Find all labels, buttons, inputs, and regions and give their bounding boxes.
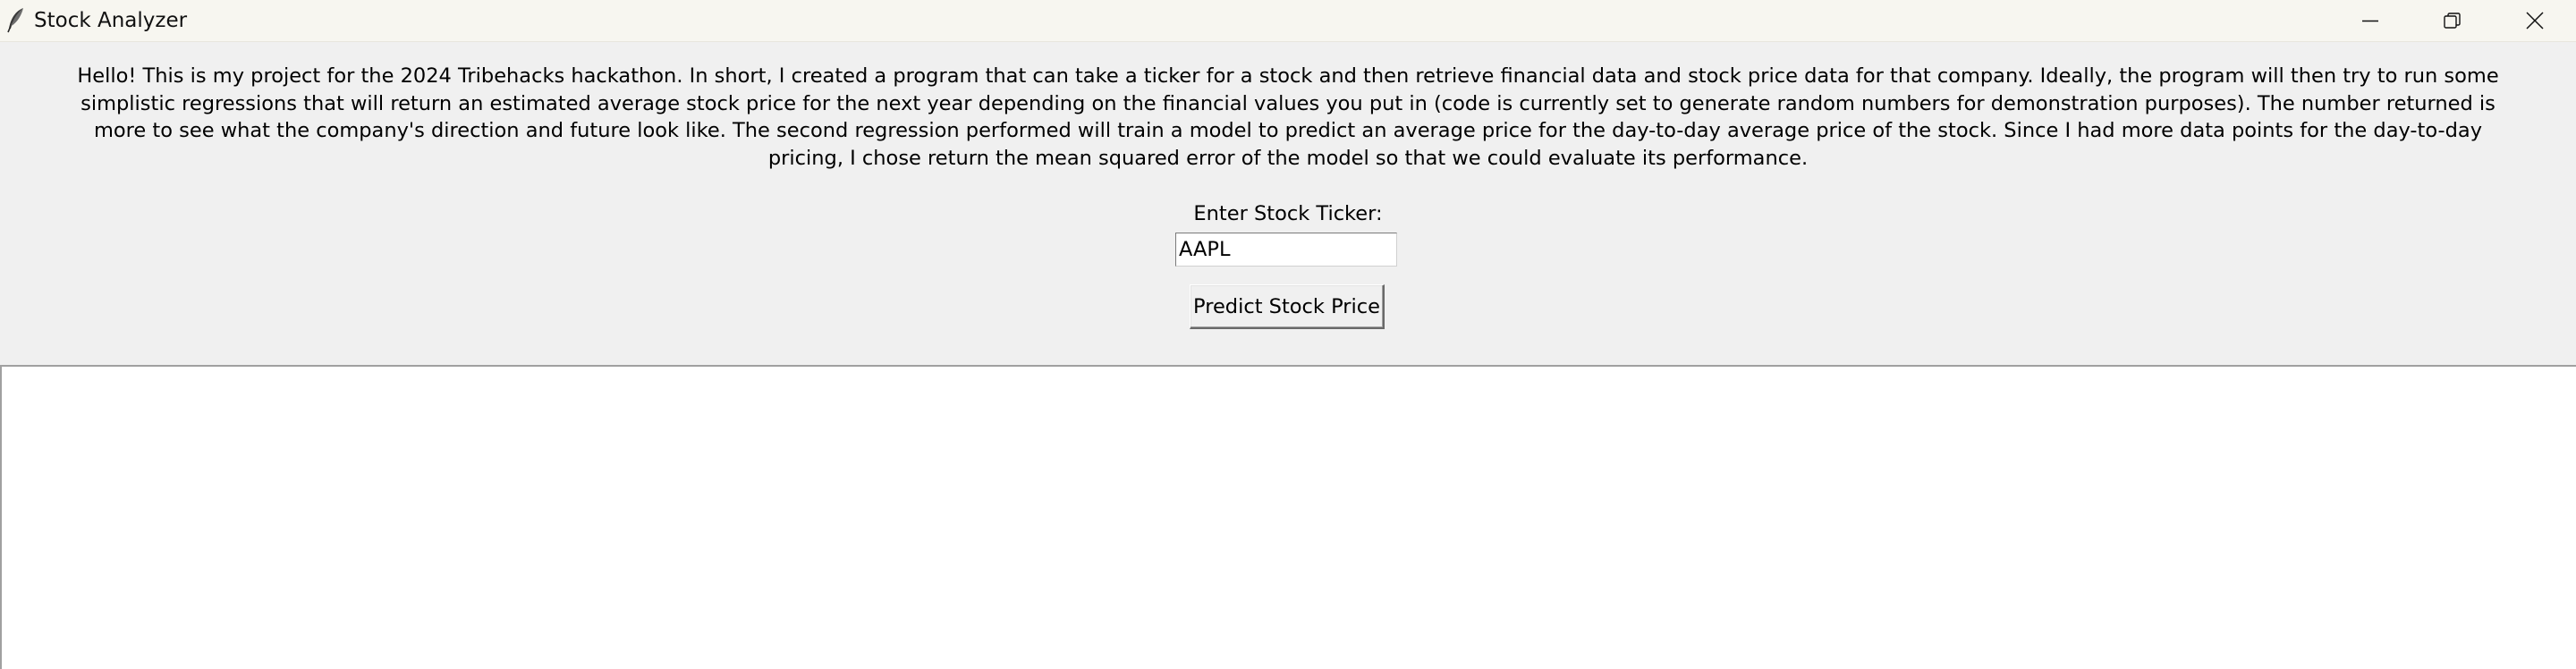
title-bar[interactable]: Stock Analyzer (0, 0, 2576, 42)
minimize-button[interactable] (2329, 0, 2411, 41)
close-icon (2525, 11, 2545, 30)
minimize-icon (2361, 12, 2379, 30)
project-description: Hello! This is my project for the 2024 T… (77, 64, 2499, 170)
restore-icon (2443, 11, 2462, 30)
close-button[interactable] (2494, 0, 2576, 41)
feather-icon (5, 6, 27, 33)
ticker-input[interactable] (1175, 233, 1397, 267)
window-title: Stock Analyzer (34, 9, 188, 32)
ticker-label: Enter Stock Ticker: (1193, 202, 1383, 225)
app-window: Stock Analyzer Hello! This is my project… (0, 0, 2576, 669)
output-text-area[interactable] (0, 365, 2576, 669)
predict-stock-price-button[interactable]: Predict Stock Price (1190, 284, 1385, 329)
restore-button[interactable] (2411, 0, 2494, 41)
